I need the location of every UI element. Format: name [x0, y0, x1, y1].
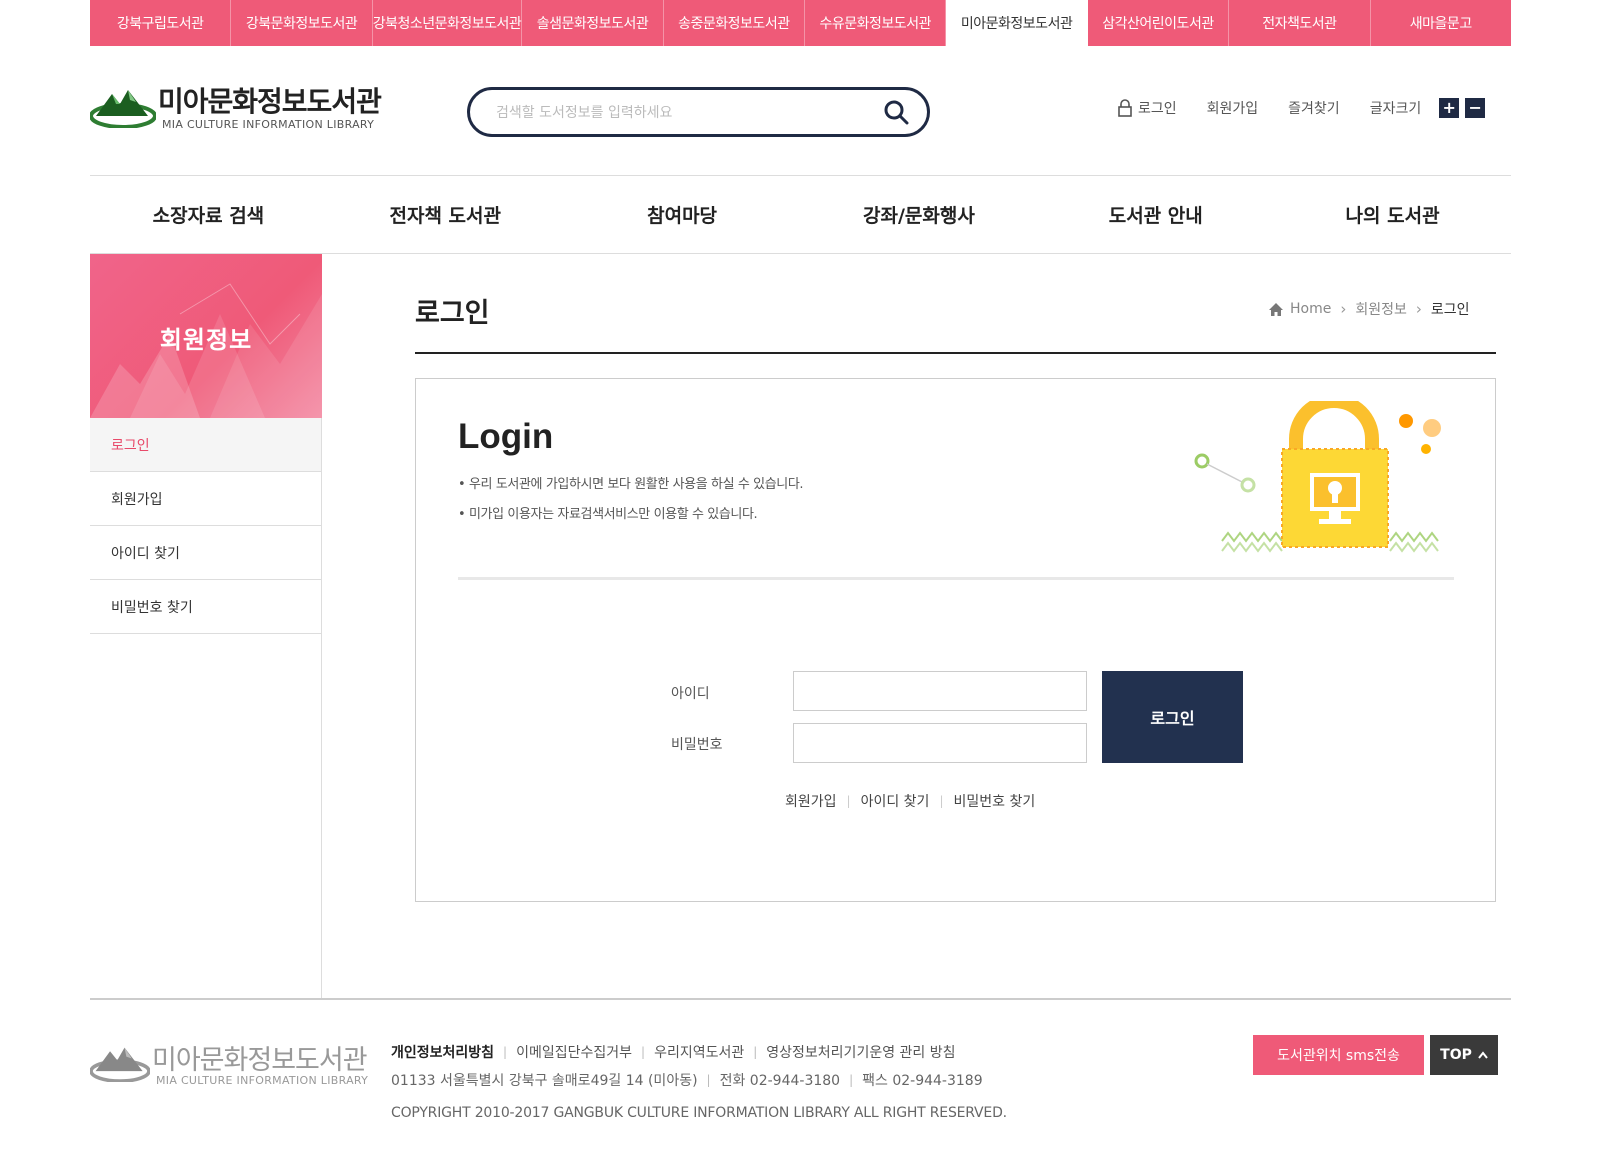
sms-location-button[interactable]: 도서관위치 sms전송: [1253, 1035, 1424, 1075]
sidebar-item-find-id[interactable]: 아이디 찾기: [90, 526, 321, 580]
home-icon: [1269, 302, 1283, 316]
top-button-label: TOP: [1440, 1047, 1472, 1063]
font-decrease-button[interactable]: −: [1465, 98, 1486, 118]
sidebar: 회원정보 로그인 회원가입 아이디 찾기 비밀번호 찾기: [90, 254, 322, 999]
id-label: 아이디: [671, 686, 710, 702]
padlock-illustration-icon: [1194, 401, 1441, 553]
login-link[interactable]: 로그인: [1118, 98, 1177, 118]
logo-title: 미아문화정보도서관: [158, 85, 382, 118]
login-description: • 미가입 이용자는 자료검색서비스만 이용할 수 있습니다.: [458, 507, 758, 522]
breadcrumb: Home › 회원정보 › 로그인: [1268, 299, 1470, 319]
footer-divider: [90, 998, 1511, 1000]
find-id-link[interactable]: 아이디 찾기: [861, 791, 930, 811]
divider: |: [753, 1045, 758, 1059]
fax-text: 팩스 02-944-3189: [862, 1073, 983, 1089]
address-text: 01133 서울특별시 강북구 솔매로49길 14 (미아동): [391, 1073, 698, 1089]
divider: |: [939, 794, 944, 808]
mountain-logo-icon: [90, 90, 156, 128]
library-tab[interactable]: 수유문화정보도서관: [805, 0, 947, 46]
nav-item[interactable]: 나의 도서관: [1274, 176, 1511, 253]
local-library-link[interactable]: 우리지역도서관: [654, 1042, 744, 1062]
chevron-up-icon: [1478, 1051, 1488, 1059]
login-link-label: 로그인: [1138, 101, 1177, 117]
library-tab[interactable]: 강북청소년문화정보도서관: [373, 0, 523, 46]
nav-item[interactable]: 소장자료 검색: [90, 176, 327, 253]
mountain-logo-icon: [90, 1047, 150, 1082]
logo-subtitle: MIA CULTURE INFORMATION LIBRARY: [162, 118, 375, 131]
nav-item[interactable]: 강좌/문화행사: [800, 176, 1037, 253]
library-tab[interactable]: 솔샘문화정보도서관: [522, 0, 664, 46]
login-helper-links: 회원가입 | 아이디 찾기 | 비밀번호 찾기: [785, 791, 1035, 811]
site-logo[interactable]: 미아문화정보도서관 MIA CULTURE INFORMATION LIBRAR…: [90, 78, 390, 138]
library-tabs: 강북구립도서관 강북문화정보도서관 강북청소년문화정보도서관 솔샘문화정보도서관…: [90, 0, 1511, 46]
footer-address: 01133 서울특별시 강북구 솔매로49길 14 (미아동) | 전화 02-…: [391, 1070, 983, 1090]
library-tab[interactable]: 전자책도서관: [1229, 0, 1371, 46]
divider: |: [503, 1045, 508, 1059]
favorite-link[interactable]: 즐겨찾기: [1288, 98, 1340, 118]
divider: |: [641, 1045, 646, 1059]
breadcrumb-separator-icon: ›: [1415, 300, 1422, 318]
footer-logo: 미아문화정보도서관 MIA CULTURE INFORMATION LIBRAR…: [90, 1038, 380, 1088]
login-panel: Login • 우리 도서관에 가입하시면 보다 원활한 사용을 하실 수 있습…: [415, 378, 1496, 902]
nav-item[interactable]: 도서관 안내: [1037, 176, 1274, 253]
search-box: [467, 87, 930, 137]
page-title: 로그인: [415, 298, 490, 329]
login-heading: Login: [458, 417, 554, 456]
sidebar-title: 회원정보: [159, 326, 253, 354]
breadcrumb-section[interactable]: 회원정보: [1355, 299, 1407, 319]
main-navigation: 소장자료 검색 전자책 도서관 참여마당 강좌/문화행사 도서관 안내 나의 도…: [90, 175, 1511, 254]
footer-logo-title: 미아문화정보도서관: [152, 1045, 368, 1076]
footer-logo-subtitle: MIA CULTURE INFORMATION LIBRARY: [156, 1074, 369, 1087]
nav-item[interactable]: 참여마당: [564, 176, 801, 253]
nav-item[interactable]: 전자책 도서관: [327, 176, 564, 253]
search-icon[interactable]: [883, 99, 909, 125]
divider: |: [849, 1073, 854, 1087]
library-tab[interactable]: 강북구립도서관: [90, 0, 232, 46]
join-link[interactable]: 회원가입: [785, 791, 837, 811]
join-link[interactable]: 회원가입: [1207, 98, 1259, 118]
font-size-label: 글자크기: [1369, 101, 1422, 117]
privacy-policy-link[interactable]: 개인정보처리방침: [391, 1042, 494, 1062]
id-input[interactable]: [793, 671, 1087, 711]
sidebar-item-login[interactable]: 로그인: [90, 418, 321, 472]
section-divider: [458, 577, 1454, 580]
breadcrumb-home[interactable]: Home: [1290, 301, 1331, 317]
footer-links: 개인정보처리방침 | 이메일집단수집거부 | 우리지역도서관 | 영상정보처리기…: [391, 1042, 956, 1062]
utility-menu: 로그인 회원가입 즐겨찾기 글자크기 + −: [1118, 95, 1486, 121]
login-button[interactable]: 로그인: [1102, 671, 1243, 763]
library-tab[interactable]: 삼각산어린이도서관: [1088, 0, 1230, 46]
password-label: 비밀번호: [671, 737, 723, 753]
search-input[interactable]: [496, 100, 856, 126]
divider: |: [706, 1073, 711, 1087]
cctv-policy-link[interactable]: 영상정보처리기기운영 관리 방침: [766, 1042, 955, 1062]
phone-text: 전화 02-944-3180: [719, 1073, 841, 1089]
title-divider: [415, 352, 1496, 354]
library-tab-active[interactable]: 미아문화정보도서관: [946, 0, 1088, 46]
divider: |: [846, 794, 851, 808]
sidebar-item-join[interactable]: 회원가입: [90, 472, 321, 526]
top-button[interactable]: TOP: [1430, 1035, 1498, 1075]
breadcrumb-current: 로그인: [1430, 302, 1470, 318]
password-input[interactable]: [793, 723, 1087, 763]
breadcrumb-separator-icon: ›: [1340, 300, 1347, 318]
email-refusal-link[interactable]: 이메일집단수집거부: [516, 1042, 632, 1062]
library-tab[interactable]: 강북문화정보도서관: [231, 0, 373, 46]
find-password-link[interactable]: 비밀번호 찾기: [953, 791, 1035, 811]
sidebar-banner: 회원정보: [90, 254, 322, 418]
library-tab[interactable]: 송중문화정보도서관: [664, 0, 806, 46]
login-description: • 우리 도서관에 가입하시면 보다 원활한 사용을 하실 수 있습니다.: [458, 477, 804, 492]
lock-icon: [1118, 99, 1132, 117]
sidebar-item-find-password[interactable]: 비밀번호 찾기: [90, 580, 321, 634]
copyright: COPYRIGHT 2010-2017 GANGBUK CULTURE INFO…: [391, 1105, 1007, 1121]
font-increase-button[interactable]: +: [1439, 98, 1460, 118]
library-tab[interactable]: 새마을문고: [1371, 0, 1511, 46]
